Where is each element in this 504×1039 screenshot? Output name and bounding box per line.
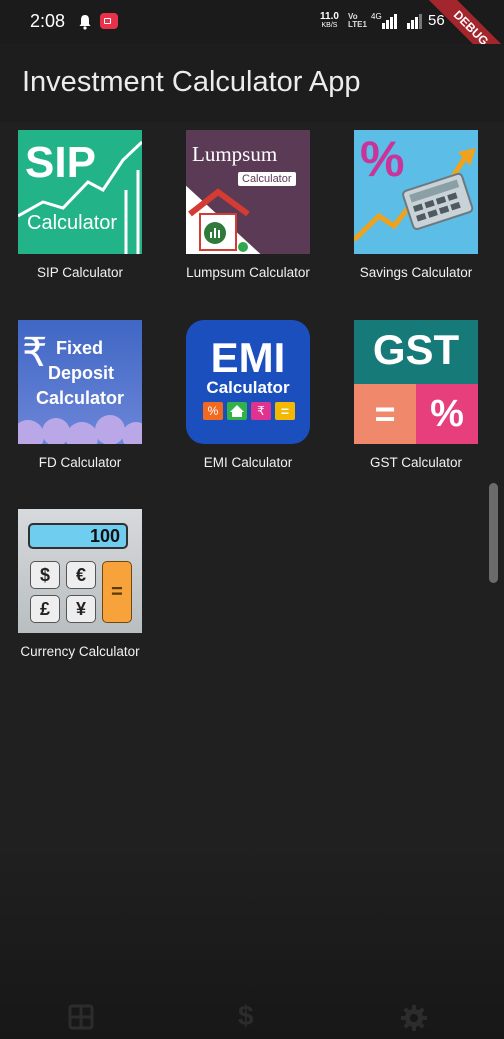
nav-currency[interactable]: $ xyxy=(238,1000,254,1032)
currency-calculator-label: Currency Calculator xyxy=(20,644,140,659)
currency-key-dollar: $ xyxy=(30,561,60,589)
lumpsum-calculator-label: Lumpsum Calculator xyxy=(186,265,310,280)
calculator-icon xyxy=(68,1004,94,1030)
currency-key-yen: ¥ xyxy=(66,595,96,623)
currency-calculator-icon: 100 $ € £ ¥ = xyxy=(18,509,142,633)
gst-icon-title: GST xyxy=(372,326,460,373)
gst-equals-block: = xyxy=(354,384,416,444)
page-title: Investment Calculator App xyxy=(22,66,361,98)
sip-calculator-icon: SIP Calculator xyxy=(18,130,142,254)
dollar-icon: $ xyxy=(238,1000,254,1031)
nav-settings[interactable] xyxy=(400,1004,428,1037)
home-icon xyxy=(230,405,244,417)
currency-key-pound: £ xyxy=(30,595,60,623)
network-speed-unit: KB/S xyxy=(321,22,338,29)
fd-calculator-icon: ₹ Fixed Deposit Calculator xyxy=(18,320,142,444)
currency-key-equals: = xyxy=(102,561,132,623)
sip-calculator-label: SIP Calculator xyxy=(36,265,124,280)
emi-equals-badge: = xyxy=(275,402,295,420)
emi-rupee-badge: ₹ xyxy=(251,402,271,420)
network-speed: 11.0 KB/S xyxy=(320,12,339,30)
emi-calculator-label: EMI Calculator xyxy=(203,455,293,470)
screen-record-icon xyxy=(100,13,118,29)
emi-calculator-icon: EMI Calculator % ₹ = xyxy=(186,320,310,444)
gst-calculator-icon: GST = % xyxy=(354,320,478,444)
savings-calculator-label: Savings Calculator xyxy=(359,265,473,280)
savings-calculator-icon: % xyxy=(354,130,478,254)
status-time: 2:08 xyxy=(30,11,66,31)
settings-icon xyxy=(401,1005,427,1031)
bottom-navigation: $ xyxy=(0,990,504,1039)
fd-calculator-label: FD Calculator xyxy=(38,455,122,470)
sip-icon-subtitle: Calculator xyxy=(27,212,118,234)
status-bar: 2:08 11.0 KB/S Vo LTE1 4G 56 DEBUG xyxy=(0,0,504,82)
emi-home-badge xyxy=(227,402,247,420)
gst-calculator-label: GST Calculator xyxy=(369,455,463,470)
bell-icon xyxy=(79,15,91,30)
emi-percent-badge: % xyxy=(203,402,223,420)
volte-indicator: Vo LTE1 xyxy=(348,13,367,29)
currency-key-euro: € xyxy=(66,561,96,589)
scrollbar[interactable] xyxy=(489,483,498,583)
emi-icon-title: EMI xyxy=(210,334,286,381)
signal-icon xyxy=(382,14,397,29)
gst-percent-block: % xyxy=(416,384,478,444)
nav-calculator[interactable] xyxy=(68,1004,94,1035)
emi-icon-subtitle: Calculator xyxy=(206,378,290,397)
currency-display: 100 xyxy=(28,523,128,549)
lumpsum-calculator-icon: Lumpsum Calculator xyxy=(186,130,310,254)
app-bar: Investment Calculator App xyxy=(0,44,504,122)
volte-bottom: LTE1 xyxy=(348,20,367,29)
